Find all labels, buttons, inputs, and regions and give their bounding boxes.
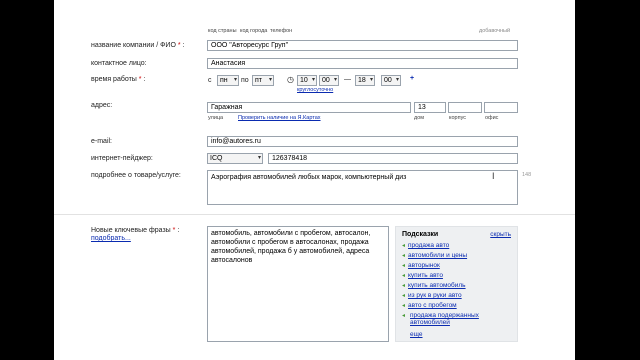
- hint-item-label: продажа подержанных автомобилей: [410, 312, 479, 326]
- chevron-down-icon: ▾: [369, 77, 373, 83]
- chevron-down-icon: ▾: [268, 77, 272, 83]
- office-caption: офис: [485, 115, 499, 121]
- pager-type-select[interactable]: ICQ ▾: [207, 153, 263, 164]
- to-label: по: [241, 77, 249, 84]
- dash-separator: —: [344, 76, 351, 83]
- corp-input[interactable]: [448, 102, 482, 113]
- chevron-down-icon: ▾: [395, 77, 399, 83]
- arrow-left-icon: ◂: [402, 253, 406, 259]
- corp-caption: корпус: [449, 115, 467, 121]
- code-country-caption: код страны: [208, 28, 237, 34]
- house-caption: дом: [414, 115, 425, 121]
- min-from-select[interactable]: 00 ▾: [319, 75, 339, 86]
- pager-label: интернет-пейджер:: [91, 155, 153, 162]
- hint-item-label: купить авто: [408, 272, 443, 279]
- hint-item[interactable]: ◂ авторынок: [402, 262, 440, 269]
- pager-type-value: ICQ: [210, 155, 223, 162]
- details-label: подробнее о товаре/услуге:: [91, 172, 181, 179]
- map-link[interactable]: Проверить наличие на Я.Картах: [238, 115, 321, 121]
- hour-to-value: 18: [358, 77, 366, 84]
- hint-item[interactable]: ◂ продажа авто: [402, 242, 449, 249]
- hints-panel: Подсказки скрыть ◂ продажа авто ◂ автомоби…: [395, 226, 518, 342]
- section-divider: [54, 214, 575, 215]
- hint-item-label: купить автомобиль: [408, 282, 466, 289]
- day-to-value: пт: [255, 77, 262, 84]
- hint-item[interactable]: ◂ автомобили и цены: [402, 252, 467, 259]
- arrow-left-icon: ◂: [402, 313, 406, 319]
- keywords-text: автомобиль, автомобили с пробегом, автос…: [211, 230, 371, 264]
- company-label: название компании / ФИО * :: [91, 42, 185, 49]
- hide-hints-link[interactable]: скрыть: [490, 231, 511, 238]
- arrow-left-icon: ◂: [402, 273, 406, 279]
- allday-link[interactable]: круглосуточно: [297, 87, 333, 93]
- hour-from-value: 10: [300, 77, 308, 84]
- text-cursor-icon: I: [492, 171, 495, 181]
- chevron-down-icon: ▾: [233, 77, 237, 83]
- keywords-textarea[interactable]: автомобиль, автомобили с пробегом, автос…: [207, 226, 389, 342]
- details-textarea[interactable]: Аэрография автомобилей любых марок, комп…: [207, 170, 518, 205]
- phone-caption: телефон: [270, 28, 293, 34]
- details-text: Аэрография автомобилей любых марок, комп…: [211, 174, 407, 181]
- hint-item-label: автомобили и цены: [408, 252, 468, 259]
- contact-label: контактное лицо:: [91, 60, 147, 67]
- arrow-left-icon: ◂: [402, 243, 406, 249]
- chevron-down-icon: ▾: [257, 155, 261, 161]
- keywords-label: Новые ключевые фразы * :: [91, 227, 180, 234]
- arrow-left-icon: ◂: [402, 263, 406, 269]
- more-hints-link[interactable]: еще: [410, 331, 423, 338]
- hour-to-select[interactable]: 18 ▾: [355, 75, 375, 86]
- day-from-value: пн: [220, 77, 228, 84]
- street-caption: улица: [208, 115, 224, 121]
- chevron-down-icon: ▾: [311, 77, 315, 83]
- hint-item[interactable]: ◂ из рук в руки авто: [402, 292, 462, 299]
- clock-icon: ◷: [287, 75, 294, 84]
- street-input[interactable]: Гаражная: [207, 102, 411, 113]
- hours-label: время работы * :: [91, 76, 146, 83]
- hint-item[interactable]: ◂ авто с пробегом: [402, 302, 457, 309]
- arrow-left-icon: ◂: [402, 283, 406, 289]
- keywords-pick-link[interactable]: подобрать...: [91, 235, 131, 242]
- details-counter: 148: [522, 172, 532, 178]
- address-label: адрес:: [91, 102, 113, 109]
- min-to-select[interactable]: 00 ▾: [381, 75, 401, 86]
- hint-item[interactable]: ◂ купить авто: [402, 272, 443, 279]
- office-input[interactable]: [484, 102, 518, 113]
- email-input[interactable]: info@autores.ru: [207, 136, 518, 147]
- min-from-value: 00: [322, 77, 330, 84]
- add-hours-button[interactable]: +: [410, 75, 414, 82]
- hint-item[interactable]: ◂ купить автомобиль: [402, 282, 466, 289]
- pager-input[interactable]: 126378418: [268, 153, 518, 164]
- house-input[interactable]: 13: [414, 102, 446, 113]
- day-from-select[interactable]: пн ▾: [217, 75, 239, 86]
- hint-item[interactable]: ◂ продажа подержанных автомобилей: [402, 312, 502, 326]
- hint-item-label: авторынок: [408, 262, 440, 269]
- day-to-select[interactable]: пт ▾: [252, 75, 274, 86]
- chevron-down-icon: ▾: [333, 77, 337, 83]
- form-page: код страны код города телефон добавочный…: [54, 0, 575, 360]
- email-label: e-mail:: [91, 138, 113, 145]
- hint-item-label: продажа авто: [408, 242, 450, 249]
- contact-input[interactable]: Анастасия: [207, 58, 518, 69]
- min-to-value: 00: [384, 77, 392, 84]
- arrow-left-icon: ◂: [402, 303, 406, 309]
- additional-caption: добавочный: [479, 28, 511, 34]
- from-label: с: [208, 77, 212, 84]
- hint-item-label: из рук в руки авто: [408, 292, 462, 299]
- company-input[interactable]: ООО "Авторесурс Груп": [207, 40, 518, 51]
- hints-title: Подсказки: [402, 231, 439, 238]
- hint-item-label: авто с пробегом: [408, 302, 457, 309]
- arrow-left-icon: ◂: [402, 293, 406, 299]
- code-city-caption: код города: [240, 28, 268, 34]
- hour-from-select[interactable]: 10 ▾: [297, 75, 317, 86]
